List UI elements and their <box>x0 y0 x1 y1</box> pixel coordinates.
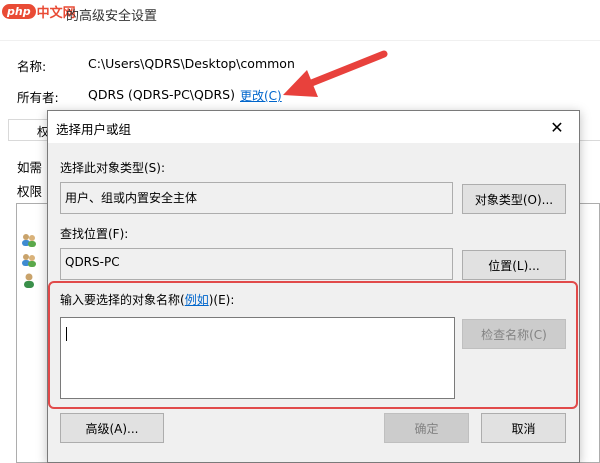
background-titlebar: php 中文网 的高级安全设置 <box>0 0 600 28</box>
ok-button[interactable]: 确定 <box>384 413 469 443</box>
logo-php-badge: php <box>2 3 36 19</box>
name-value: C:\Users\QDRS\Desktop\common <box>88 56 295 71</box>
object-type-label: 选择此对象类型(S): <box>60 161 166 175</box>
group-icon <box>22 234 36 247</box>
user-icon <box>24 273 34 288</box>
select-users-dialog: 选择用户或组 ✕ 选择此对象类型(S): 用户、组或内置安全主体 对象类型(O)… <box>47 110 580 463</box>
close-icon[interactable]: ✕ <box>535 111 579 143</box>
object-types-button[interactable]: 对象类型(O)... <box>462 184 566 214</box>
divider <box>0 40 600 41</box>
group-icon <box>22 254 36 267</box>
dialog-titlebar: 选择用户或组 ✕ <box>48 111 579 143</box>
object-names-label: 输入要选择的对象名称(例如)(E): <box>60 291 234 308</box>
dialog-title: 选择用户或组 <box>56 122 132 137</box>
owner-value: QDRS (QDRS-PC\QDRS) <box>88 87 235 102</box>
check-names-button[interactable]: 检查名称(C) <box>462 319 566 349</box>
object-names-label-suffix: )(E): <box>208 293 235 307</box>
tab-permissions[interactable]: 权 <box>8 119 48 141</box>
advanced-button[interactable]: 高级(A)... <box>60 413 164 443</box>
text-caret <box>66 327 67 341</box>
object-names-label-prefix: 输入要选择的对象名称( <box>60 293 185 307</box>
background-window-title: 的高级安全设置 <box>66 9 158 24</box>
cancel-button[interactable]: 取消 <box>481 413 566 443</box>
location-label: 查找位置(F): <box>60 227 129 241</box>
locations-button[interactable]: 位置(L)... <box>462 250 566 280</box>
name-label: 名称: <box>17 59 47 74</box>
permissions-label: 权限 <box>17 184 43 199</box>
owner-label: 所有者: <box>17 90 59 105</box>
examples-link[interactable]: 例如 <box>185 293 209 307</box>
location-field: QDRS-PC <box>60 248 453 280</box>
instruction-text: 如需 <box>17 160 43 175</box>
object-names-input[interactable] <box>60 317 455 399</box>
object-type-field: 用户、组或内置安全主体 <box>60 182 453 214</box>
php-cn-logo: php 中文网 <box>2 1 76 21</box>
change-owner-link[interactable]: 更改(C) <box>240 87 282 104</box>
